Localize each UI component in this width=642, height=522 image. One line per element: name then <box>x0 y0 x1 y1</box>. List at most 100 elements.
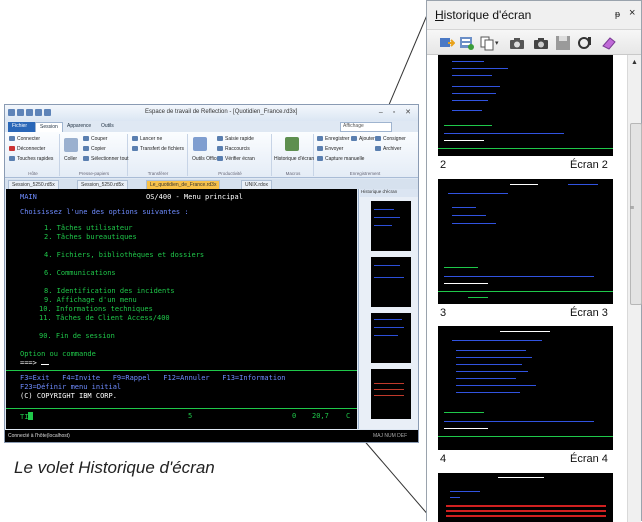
group-label: Presse-papiers <box>78 171 110 176</box>
menu-id: MAIN <box>20 193 37 201</box>
menu-option[interactable]: 2. Tâches bureautiques <box>44 233 137 241</box>
ribbon-search-input[interactable]: Affichage <box>340 122 392 132</box>
close-icon[interactable]: × <box>629 7 635 19</box>
quick-access-toolbar[interactable] <box>8 109 68 117</box>
record-button[interactable]: Enregistrer <box>317 136 349 142</box>
history-thumbnail[interactable] <box>371 313 411 363</box>
history-thumbnail-5[interactable] <box>438 473 613 522</box>
quick-text-button[interactable]: Saisie rapide <box>217 136 254 142</box>
keyboard-status: MAJ NUM DEF <box>373 433 408 439</box>
history-list: 2 Écran 2 3 Écran 3 4 Écran 4 <box>427 55 627 522</box>
capture-list-icon[interactable] <box>459 35 475 51</box>
screen-history-icon[interactable] <box>285 137 299 151</box>
window-title: Espace de travail de Reflection - [Quoti… <box>145 109 298 115</box>
screen-label: Écran 4 <box>570 453 608 465</box>
title-bar: Espace de travail de Reflection - [Quoti… <box>5 105 418 121</box>
command-label: Option ou commande <box>20 350 96 358</box>
oia-field: C <box>346 412 351 420</box>
side-pane-title: Historique d'écran <box>360 189 418 197</box>
window-controls[interactable]: – ▫ ✕ <box>379 108 415 116</box>
connection-status: Connecté à l'hôte(localhost) <box>8 433 70 439</box>
launch-button[interactable]: Lancer ne <box>132 136 162 142</box>
menu-option[interactable]: 8. Identification des incidents <box>44 287 175 295</box>
ribbon-group-macros: Historique d'écran Macros <box>273 134 314 176</box>
settings-icon[interactable] <box>577 35 593 51</box>
append-button[interactable]: Ajouter <box>351 136 375 142</box>
menu-prompt: Choisissez l'une des options suivantes : <box>20 208 189 216</box>
divider <box>6 408 357 409</box>
save-icon[interactable] <box>555 35 571 51</box>
menu-option[interactable]: 4. Fichiers, bibliothèques et dossiers <box>44 251 204 259</box>
ribbon-group-productivity: Outils Office Saisie rapide Raccourcis V… <box>189 134 272 176</box>
copyright: (C) COPYRIGHT IBM CORP. <box>20 392 117 400</box>
menu-option[interactable]: 9. Affichage d'un menu <box>44 296 137 304</box>
menu-option[interactable]: 10. Informations techniques <box>39 305 153 313</box>
terminal-screen[interactable]: MAIN OS/400 - Menu principal Choisissez … <box>6 189 357 429</box>
office-tools-icon[interactable] <box>193 137 207 151</box>
menu-option[interactable]: 6. Communications <box>44 269 116 277</box>
figure-caption: Le volet Historique d'écran <box>14 458 215 477</box>
copy-icon[interactable] <box>479 35 495 51</box>
ribbon-tabs: Fichier Session Apparence Outils Afficha… <box>5 121 418 134</box>
history-thumbnail[interactable] <box>371 369 411 419</box>
paste-button[interactable]: Coller <box>64 156 77 162</box>
status-bar: Connecté à l'hôte(localhost) MAJ NUM DEF <box>5 430 418 442</box>
screen-title: OS/400 - Menu principal <box>146 193 243 201</box>
ribbon-group-recording: Enregistrer Ajouter Envoyer Capture manu… <box>315 134 415 176</box>
paste-icon[interactable] <box>64 138 78 152</box>
log-button[interactable]: Consigner <box>375 136 406 142</box>
pane-header: Historique d'écran ᵽ × <box>427 1 641 29</box>
menu-option[interactable]: 90. Fin de session <box>39 332 115 340</box>
hotkeys-button[interactable]: Touches rapides <box>9 156 53 162</box>
copy-button[interactable]: Copier <box>83 146 106 152</box>
group-label: Productivité <box>218 171 242 176</box>
camera-icon[interactable] <box>509 35 525 51</box>
disconnect-button[interactable]: Déconnecter <box>9 146 45 152</box>
history-thumbnail[interactable] <box>371 257 411 307</box>
document-tabs: Session_5250.rd5x Session_5250.rd5x Le_q… <box>5 179 418 192</box>
cut-button[interactable]: Couper <box>83 136 107 142</box>
dropdown-icon[interactable]: ▾ <box>495 39 499 47</box>
ribbon-group-transfer: Lancer ne Transfert de fichiers Transfér… <box>129 134 188 176</box>
history-thumbnail-4[interactable] <box>438 326 613 450</box>
file-transfer-button[interactable]: Transfert de fichiers <box>132 146 184 152</box>
go-to-screen-icon[interactable] <box>439 35 455 51</box>
history-thumbnail[interactable] <box>371 201 411 251</box>
history-thumbnail-2[interactable] <box>438 55 613 156</box>
screen-history-button[interactable]: Historique d'écran <box>274 156 314 162</box>
screen-history-side-pane: Historique d'écran <box>358 189 418 429</box>
group-label: Transférer <box>147 171 169 176</box>
select-all-button[interactable]: Sélectionner tout <box>83 156 129 162</box>
camera-icon[interactable] <box>533 35 549 51</box>
send-button[interactable]: Envoyer <box>317 146 343 152</box>
reflection-window: Espace de travail de Reflection - [Quoti… <box>4 104 419 443</box>
clear-icon[interactable] <box>601 35 617 51</box>
group-label: Enregistrement <box>349 171 381 176</box>
oia-field: 0 <box>292 412 297 420</box>
group-label: Macros <box>285 171 301 176</box>
spell-check-button[interactable]: Vérifier écran <box>217 156 255 162</box>
history-thumbnail-3[interactable] <box>438 179 613 304</box>
menu-option[interactable]: 1. Tâches utilisateur <box>44 224 133 232</box>
office-tools-button[interactable]: Outils Office <box>192 156 219 162</box>
oia-field: 5 <box>188 412 193 420</box>
scroll-up-icon[interactable]: ▲ <box>631 59 638 66</box>
pane-title: Historique d'écran <box>435 8 532 22</box>
menu-option[interactable]: 11. Tâches de Client Access/400 <box>39 314 170 322</box>
screen-label: Écran 2 <box>570 159 608 171</box>
ribbon: Connecter Déconnecter Touches rapides Hô… <box>5 132 418 178</box>
shortcuts-button[interactable]: Raccourcis <box>217 146 250 152</box>
ribbon-group-host: Connecter Déconnecter Touches rapides Hô… <box>7 134 60 176</box>
connect-button[interactable]: Connecter <box>9 136 40 142</box>
archive-button[interactable]: Archiver <box>375 146 401 152</box>
manual-capture-button[interactable]: Capture manuelle <box>317 156 364 162</box>
command-input[interactable]: ===> <box>20 359 50 367</box>
function-keys: F23=Définir menu initial <box>20 383 122 391</box>
pin-icon[interactable]: ᵽ <box>615 9 620 19</box>
group-label: Hôte <box>28 171 38 176</box>
screen-number: 2 <box>440 159 447 171</box>
cursor-position: 20,7 <box>312 412 329 420</box>
vertical-scrollbar[interactable]: ▲ ≡ <box>627 55 642 522</box>
scroll-thumb[interactable] <box>630 123 642 305</box>
grip-icon: ≡ <box>630 205 635 212</box>
